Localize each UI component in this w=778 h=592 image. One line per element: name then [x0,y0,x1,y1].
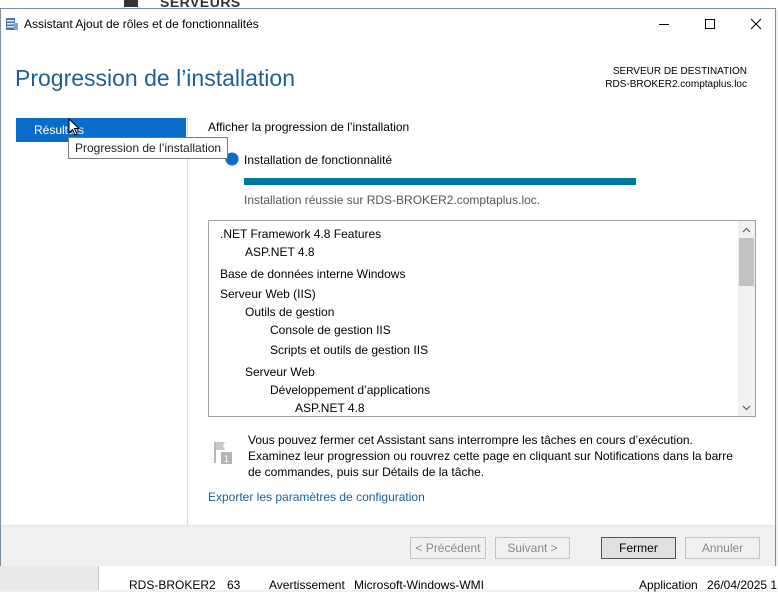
close-icon [750,18,762,30]
minimize-icon [659,24,669,25]
feature-list-item: Console de gestion IIS [270,323,391,337]
destination-server-name: RDS-BROKER2.comptaplus.loc [605,79,747,90]
feature-list-item: ASP.NET 4.8 [295,401,365,415]
list-scrollbar[interactable] [738,221,755,416]
installation-result: Installation réussie sur RDS-BROKER2.com… [244,193,541,207]
page-title: Progression de l’installation [15,65,295,91]
feature-list-item: Serveur Web [245,365,315,379]
maximize-button[interactable] [687,9,733,39]
feature-installation-label: Installation de fonctionnalité [244,153,393,167]
previous-button[interactable]: < Précédent [410,537,486,559]
cancel-button[interactable]: Annuler [685,537,760,559]
close-wizard-note: Vous pouvez fermer cet Assistant sans in… [248,433,733,479]
background-menu-icon [124,0,138,7]
maximize-icon [705,19,715,29]
title-bar[interactable]: Assistant Ajout de rôles et de fonctionn… [1,9,775,39]
close-button[interactable]: Fermer [601,537,676,559]
background-sidebar [0,566,99,590]
chevron-down-icon [742,405,751,410]
feature-list-item: Développement d’applications [270,383,431,397]
scroll-down-button[interactable] [738,399,755,416]
feature-list-item: Serveur Web (IIS) [220,287,316,301]
installed-features-list[interactable]: .NET Framework 4.8 Features ASP.NET 4.8 Ba… [208,220,756,417]
progress-section-heading: Afficher la progression de l’installatio… [208,120,410,134]
feature-list-item: .NET Framework 4.8 Features [220,227,382,241]
wizard-footer: < Précédent Suivant > Fermer Annuler [1,525,775,566]
feature-list-item: Base de données interne Windows [220,267,406,281]
feature-list-item: Outils de gestion [245,305,335,319]
server-manager-icon [6,18,18,30]
svg-text:1: 1 [224,455,230,465]
destination-server-label: SERVEUR DE DESTINATION [612,66,747,77]
close-window-button[interactable] [733,9,778,39]
nav-tooltip: Progression de l’installation [68,137,229,159]
installation-progress-bar [244,178,636,185]
mouse-cursor-icon [68,118,80,136]
feature-list-item: Scripts et outils de gestion IIS [270,343,429,357]
window-title: Assistant Ajout de rôles et de fonctionn… [24,17,259,31]
chevron-up-icon [742,227,751,232]
export-configuration-link[interactable]: Exporter les paramètres de configuration [208,490,425,504]
scroll-thumb[interactable] [739,238,754,286]
feature-list-item: ASP.NET 4.8 [245,245,315,259]
minimize-button[interactable] [641,9,687,39]
scroll-up-button[interactable] [738,221,755,238]
notification-flag-icon: 1 [214,442,232,465]
add-roles-wizard-dialog: Assistant Ajout de rôles et de fonctionn… [0,8,776,566]
next-button[interactable]: Suivant > [495,537,570,559]
progress-fill [244,178,636,185]
nav-divider [187,118,188,526]
